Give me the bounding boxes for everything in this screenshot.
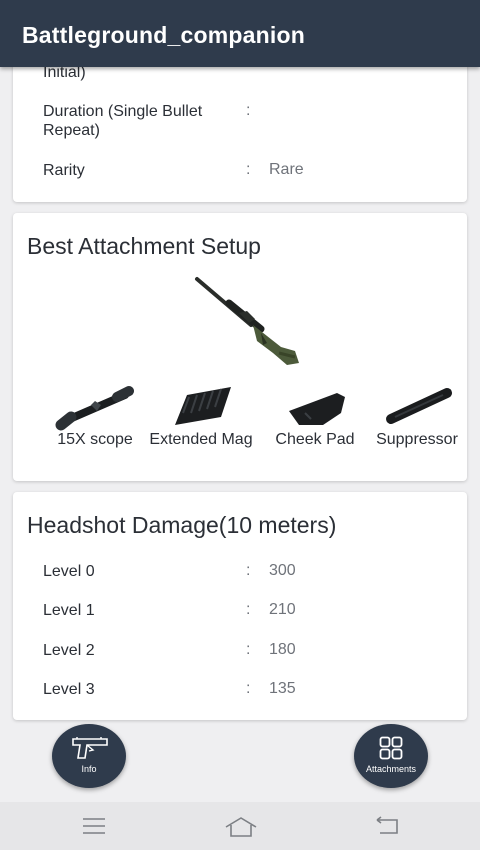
info-button-label: Info xyxy=(81,764,97,774)
info-button[interactable]: Info xyxy=(52,724,126,788)
damage-value: 135 xyxy=(269,680,296,697)
suppressor-icon xyxy=(386,388,452,424)
headshot-damage-card: Headshot Damage(10 meters) Level 0 : 300… xyxy=(13,492,467,720)
attachment-label: Suppressor xyxy=(376,431,458,448)
attachments-button-label: Attachments xyxy=(365,764,417,774)
damage-separator: : xyxy=(246,680,251,697)
cheek-pad-icon xyxy=(289,393,345,425)
damage-separator: : xyxy=(246,641,251,658)
attachment-label: 15X scope xyxy=(57,431,133,448)
damage-separator: : xyxy=(246,562,251,579)
magazine-icon xyxy=(175,387,231,425)
attachment-item-scope[interactable]: 15X scope xyxy=(35,383,155,449)
headshot-card-title: Headshot Damage(10 meters) xyxy=(27,512,337,538)
stat-label: Rarity xyxy=(43,162,85,179)
attachment-card-title: Best Attachment Setup xyxy=(27,233,261,259)
stat-label: Duration (Single Bullet Repeat) xyxy=(43,103,203,139)
sniper-rifle-icon xyxy=(195,277,299,365)
scope-icon xyxy=(55,386,134,431)
attachment-item-suppressor[interactable]: Suppressor xyxy=(357,383,477,449)
pistol-icon xyxy=(72,737,108,759)
menu-icon[interactable] xyxy=(82,816,106,836)
back-icon[interactable] xyxy=(374,816,400,836)
damage-separator: : xyxy=(246,601,251,618)
attachment-item-magazine[interactable]: Extended Mag xyxy=(141,383,261,449)
app-bar: Battleground_companion xyxy=(0,0,480,67)
damage-value: 300 xyxy=(269,562,296,579)
damage-level-label: Level 2 xyxy=(43,642,95,659)
attachments-button[interactable]: Attachments xyxy=(354,724,428,788)
damage-value: 180 xyxy=(269,641,296,658)
home-icon[interactable] xyxy=(224,816,258,838)
stat-separator: : xyxy=(246,102,251,119)
damage-level-label: Level 0 xyxy=(43,563,95,580)
grid-icon xyxy=(379,736,403,760)
damage-level-label: Level 1 xyxy=(43,602,95,619)
stat-separator: : xyxy=(246,161,251,178)
stat-value: Rare xyxy=(269,161,304,178)
app-title: Battleground_companion xyxy=(22,22,305,48)
attachment-label: Extended Mag xyxy=(149,431,253,448)
damage-value: 210 xyxy=(269,601,296,618)
damage-level-label: Level 3 xyxy=(43,681,95,698)
system-nav-bar xyxy=(0,802,480,850)
attachment-setup-card: Best Attachment Setup 15X scope Extended… xyxy=(13,213,467,481)
